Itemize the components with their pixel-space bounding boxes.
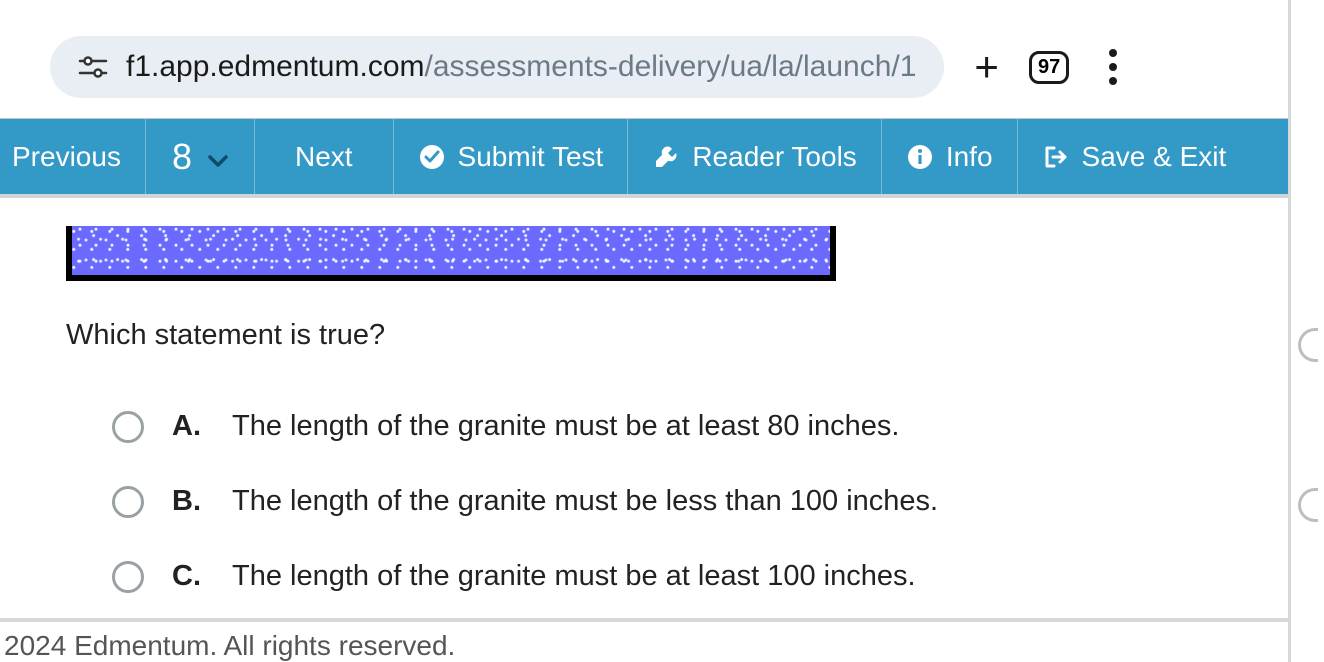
radio-c[interactable]	[112, 561, 144, 593]
tab-count-button[interactable]: 97	[1029, 51, 1069, 84]
wrench-icon	[652, 143, 680, 171]
option-text: The length of the granite must be at lea…	[232, 410, 899, 443]
save-exit-label: Save & Exit	[1082, 141, 1227, 173]
overflow-menu-icon[interactable]	[1099, 43, 1127, 91]
answer-options: A. The length of the granite must be at …	[66, 410, 1324, 593]
question-prompt: Which statement is true?	[66, 319, 1324, 352]
new-tab-button[interactable]: +	[974, 43, 999, 91]
option-letter: C.	[172, 560, 204, 593]
reader-label: Reader Tools	[692, 141, 856, 173]
option-letter: A.	[172, 410, 204, 443]
submit-test-button[interactable]: Submit Test	[394, 119, 629, 194]
option-a[interactable]: A. The length of the granite must be at …	[112, 410, 1324, 443]
test-toolbar: Previous 8 Next Submit Test Reader Tools…	[0, 118, 1324, 198]
option-text: The length of the granite must be at lea…	[232, 560, 916, 593]
copyright-text: 2024 Edmentum. All rights reserved.	[4, 630, 455, 662]
info-icon	[906, 143, 934, 171]
status-bar	[0, 0, 1324, 8]
exit-icon	[1042, 143, 1070, 171]
question-content: Which statement is true? A. The length o…	[0, 226, 1324, 593]
url-bar[interactable]: f1.app.edmentum.com/assessments-delivery…	[50, 36, 944, 98]
right-side-panel	[1288, 0, 1324, 662]
radio-a[interactable]	[112, 411, 144, 443]
option-text: The length of the granite must be less t…	[232, 485, 938, 518]
browser-chrome-row: f1.app.edmentum.com/assessments-delivery…	[0, 8, 1324, 118]
option-letter: B.	[172, 485, 204, 518]
save-exit-button[interactable]: Save & Exit	[1018, 119, 1251, 194]
granite-image	[66, 226, 836, 281]
check-circle-icon	[418, 143, 446, 171]
site-settings-icon[interactable]	[78, 55, 108, 79]
radio-b[interactable]	[112, 486, 144, 518]
question-selector[interactable]: 8	[146, 119, 255, 194]
reader-tools-button[interactable]: Reader Tools	[628, 119, 881, 194]
question-number: 8	[172, 136, 192, 178]
previous-button[interactable]: Previous	[0, 119, 146, 194]
option-b[interactable]: B. The length of the granite must be les…	[112, 485, 1324, 518]
chevron-down-icon	[208, 154, 228, 168]
next-button[interactable]: Next	[255, 119, 394, 194]
footer: 2024 Edmentum. All rights reserved.	[0, 618, 1324, 662]
url-text: f1.app.edmentum.com/assessments-delivery…	[126, 50, 916, 84]
info-button[interactable]: Info	[882, 119, 1018, 194]
side-tab-2[interactable]	[1298, 488, 1318, 522]
option-c[interactable]: C. The length of the granite must be at …	[112, 560, 1324, 593]
info-label: Info	[946, 141, 993, 173]
side-tab-1[interactable]	[1298, 328, 1318, 362]
submit-label: Submit Test	[458, 141, 604, 173]
